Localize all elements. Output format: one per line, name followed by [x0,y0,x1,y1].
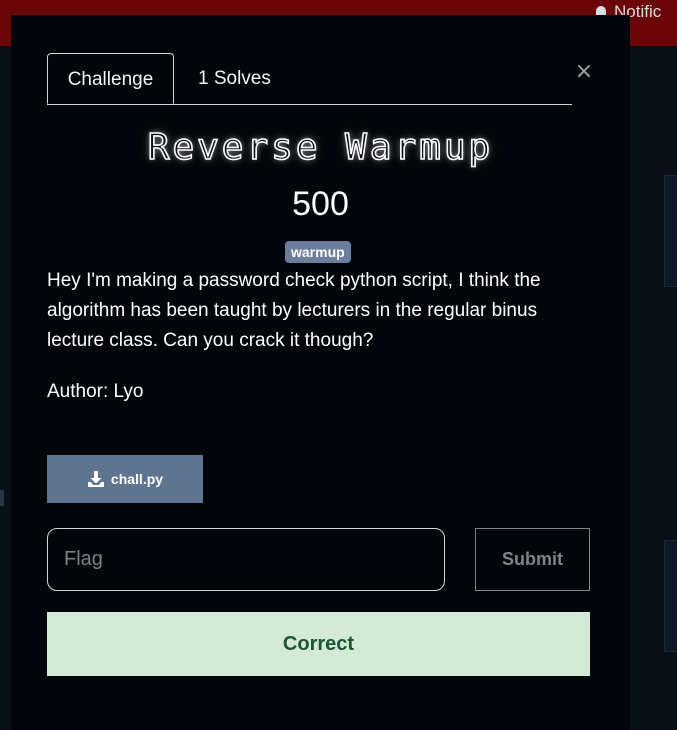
challenge-points: 500 [292,185,349,223]
tab-solves[interactable]: 1 Solves [198,53,271,103]
challenge-title: Reverse Warmup [147,126,494,169]
result-alert: Correct [47,612,590,676]
flag-input[interactable] [47,528,445,591]
challenge-author: Author: Lyo [47,381,144,402]
background-edge [0,490,4,506]
tab-challenge[interactable]: Challenge [47,53,174,104]
challenge-description: Hey I'm making a password check python s… [47,270,541,351]
close-icon[interactable]: × [573,61,595,83]
modal-tabs: Challenge 1 Solves [47,53,572,105]
file-name: chall.py [110,471,164,487]
background-card [664,175,677,287]
challenge-modal: × Challenge 1 Solves Reverse Warmup 500 … [11,15,630,730]
background-card [664,540,677,652]
submit-button[interactable]: Submit [475,528,590,591]
download-file-button[interactable]: chall.py [47,455,203,503]
download-icon [87,471,104,487]
challenge-tag: warmup [285,241,351,263]
